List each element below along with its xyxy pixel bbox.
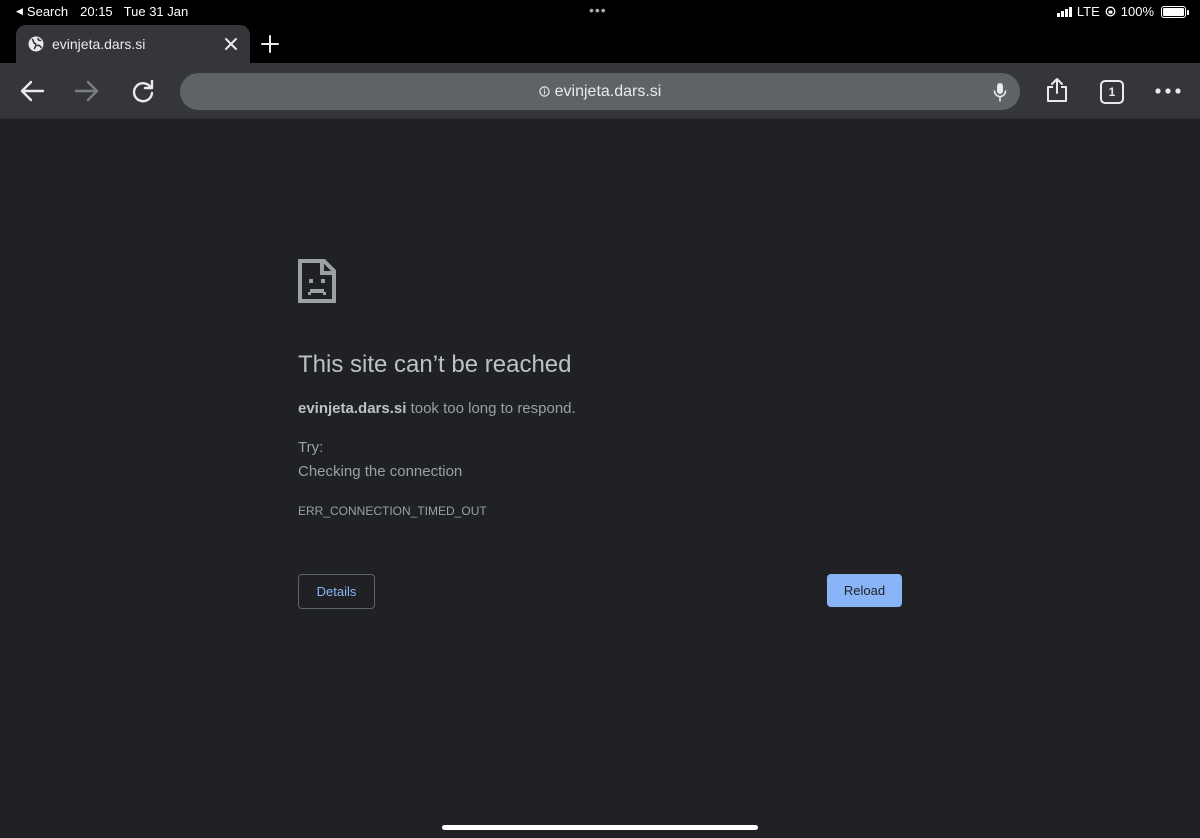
try-label: Try: (298, 439, 324, 456)
new-tab-icon[interactable] (260, 34, 280, 54)
tab-active[interactable]: evinjeta.dars.si (16, 25, 250, 63)
microphone-icon[interactable] (992, 82, 1008, 102)
reload-icon[interactable] (129, 77, 157, 105)
close-tab-icon[interactable] (223, 36, 239, 52)
status-date: Tue 31 Jan (123, 4, 189, 19)
sad-page-icon (298, 259, 336, 303)
tab-title: evinjeta.dars.si (52, 36, 146, 52)
battery-percent: 100% (1120, 4, 1154, 19)
error-description: evinjeta.dars.si took too long to respon… (298, 400, 576, 417)
error-title: This site can’t be reached (298, 351, 572, 378)
browser-toolbar: evinjeta.dars.si 1 (0, 63, 1200, 119)
globe-icon (28, 36, 44, 52)
back-to-app-label[interactable]: Search (27, 4, 68, 19)
error-host: evinjeta.dars.si (298, 400, 407, 417)
suggestion-item: Checking the connection (298, 463, 463, 480)
omnibox[interactable]: evinjeta.dars.si (180, 73, 1020, 110)
forward-arrow-icon[interactable] (73, 77, 101, 105)
orientation-lock-icon (1105, 6, 1116, 17)
home-indicator[interactable] (442, 825, 758, 830)
battery-icon (1161, 5, 1189, 18)
error-code: ERR_CONNECTION_TIMED_OUT (298, 504, 487, 518)
status-time: 20:15 (80, 4, 113, 19)
status-left: ◀ Search 20:15 Tue 31 Jan (16, 4, 188, 19)
cellular-signal-icon (1056, 6, 1072, 17)
reload-button[interactable]: Reload (827, 574, 902, 607)
tab-switcher-button[interactable]: 1 (1100, 80, 1124, 104)
multitasking-dots-icon[interactable]: ••• (589, 2, 607, 18)
tab-strip: evinjeta.dars.si (0, 24, 1200, 63)
status-bar: ◀ Search 20:15 Tue 31 Jan ••• LTE 100% (0, 0, 1200, 24)
site-info-icon[interactable] (538, 86, 550, 97)
network-type: LTE (1076, 4, 1100, 19)
details-button[interactable]: Details (298, 574, 375, 609)
url-text[interactable]: evinjeta.dars.si (555, 83, 662, 101)
error-message: took too long to respond. (406, 400, 576, 417)
back-arrow-icon[interactable] (18, 77, 46, 105)
more-menu-icon[interactable] (1154, 77, 1182, 105)
back-to-app-icon[interactable]: ◀ (16, 6, 23, 17)
share-icon[interactable] (1043, 76, 1071, 104)
status-right: LTE 100% (1056, 4, 1189, 19)
